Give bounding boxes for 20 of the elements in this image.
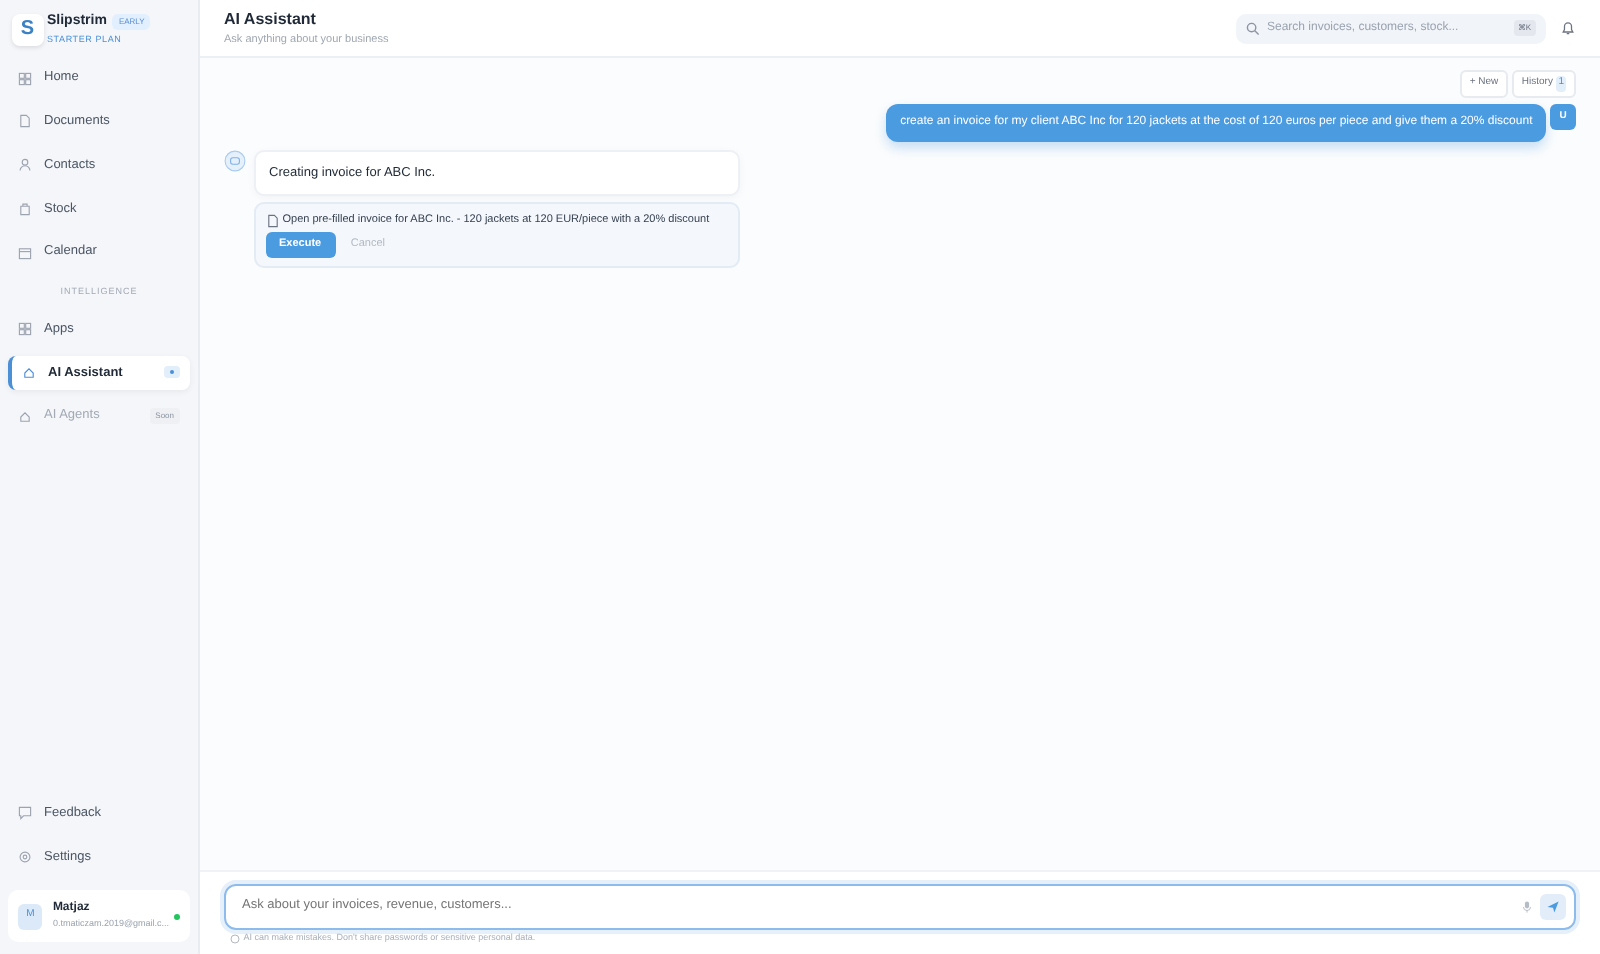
search-icon [1245,21,1259,35]
assistant-icon [224,149,246,171]
box-icon [18,201,32,216]
house-icon [22,365,36,380]
info-icon [230,934,240,945]
logo-icon: S [11,13,44,46]
send-icon [1546,899,1560,913]
document-icon [265,213,279,228]
bell-icon[interactable] [1560,20,1576,36]
person-icon [18,158,32,173]
calendar-icon [18,245,32,260]
send-button[interactable] [1540,893,1566,919]
microphone-icon[interactable] [1519,899,1533,913]
grid-icon [18,322,32,337]
settings-icon [18,849,32,864]
chat-icon [18,806,32,821]
page-title: AI Assistant [224,7,318,32]
house-icon [18,409,32,424]
document-icon [18,114,32,129]
grid-icon [18,71,32,86]
